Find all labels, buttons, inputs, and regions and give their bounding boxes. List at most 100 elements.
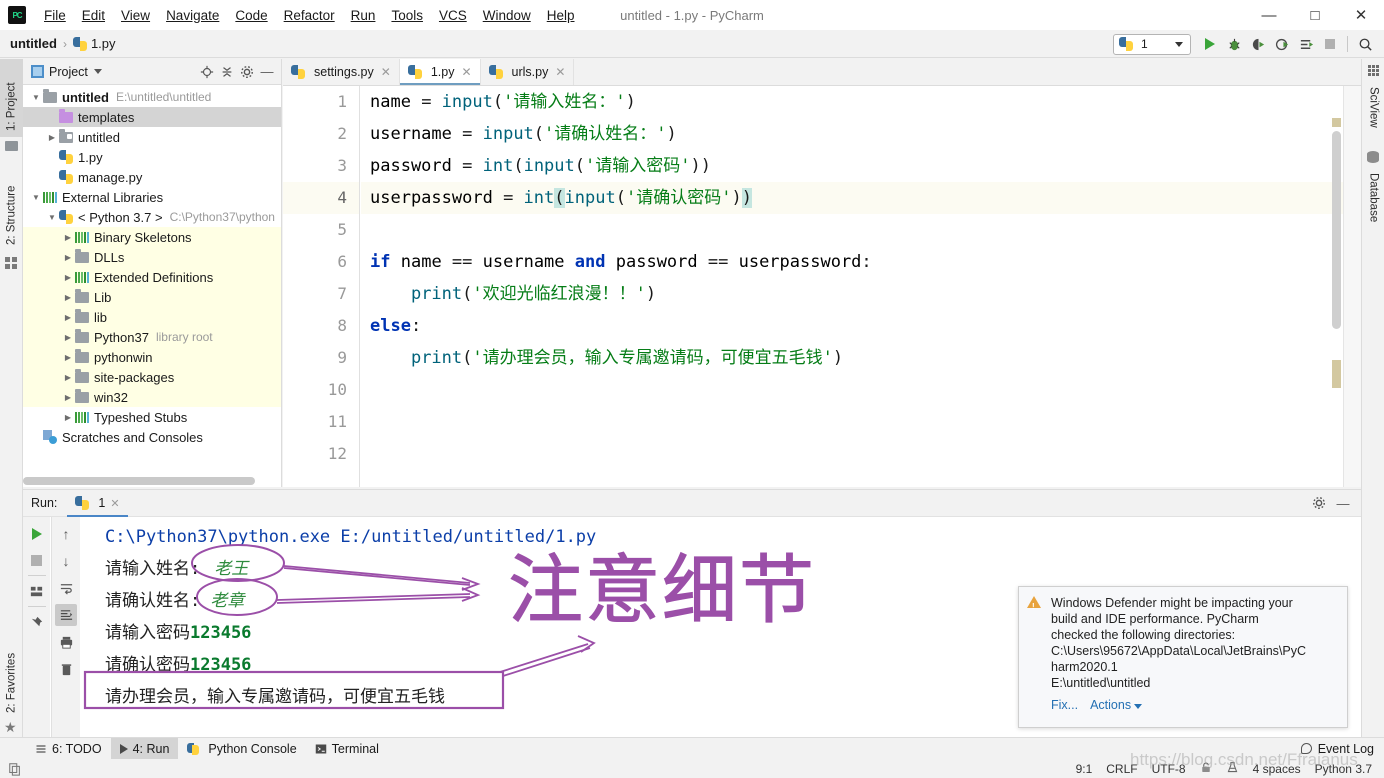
chevron-right-icon[interactable]: ▶ bbox=[61, 413, 75, 422]
locate-icon[interactable] bbox=[197, 62, 217, 82]
chevron-down-icon[interactable]: ▼ bbox=[29, 93, 43, 102]
menu-edit[interactable]: Edit bbox=[74, 5, 113, 26]
down-arrow-icon[interactable]: ↓ bbox=[55, 550, 77, 572]
bottom-tab-run[interactable]: 4: Run bbox=[110, 737, 179, 760]
tree-row[interactable]: manage.py bbox=[23, 167, 281, 187]
chevron-right-icon[interactable]: ▶ bbox=[61, 273, 75, 282]
tree-row[interactable]: ▶ pythonwin bbox=[23, 347, 281, 367]
indent-setting[interactable]: 4 spaces bbox=[1253, 762, 1301, 776]
python-interpreter[interactable]: Python 3.7 bbox=[1315, 762, 1372, 776]
maximize-button[interactable]: □ bbox=[1292, 0, 1338, 30]
tree-row[interactable]: ▼ < Python 3.7 > C:\Python37\python bbox=[23, 207, 281, 227]
menu-help[interactable]: Help bbox=[539, 5, 583, 26]
code-line[interactable]: name = input('请输入姓名：') bbox=[361, 86, 1361, 118]
up-arrow-icon[interactable]: ↑ bbox=[55, 523, 77, 545]
menu-refactor[interactable]: Refactor bbox=[276, 5, 343, 26]
search-everywhere-icon[interactable] bbox=[1354, 33, 1376, 55]
close-icon[interactable]: ✕ bbox=[461, 65, 471, 79]
menu-navigate[interactable]: Navigate bbox=[158, 5, 227, 26]
code-line[interactable]: username = input('请确认姓名：') bbox=[361, 118, 1361, 150]
collapse-all-icon[interactable] bbox=[217, 62, 237, 82]
tree-row[interactable]: ▼ External Libraries bbox=[23, 187, 281, 207]
tree-row[interactable]: ▶ Python37 library root bbox=[23, 327, 281, 347]
stop-button[interactable] bbox=[1319, 33, 1341, 55]
code-line[interactable]: userpassword = int(input('请确认密码')) bbox=[361, 182, 1361, 214]
tree-row[interactable]: ▼ untitled E:\untitled\untitled bbox=[23, 87, 281, 107]
trash-icon[interactable] bbox=[55, 658, 77, 680]
tab-1-py[interactable]: 1.py ✕ bbox=[399, 59, 481, 85]
code-line[interactable]: if name == username and password == user… bbox=[361, 246, 1361, 278]
sidebar-item-sciview[interactable]: SciView bbox=[1362, 81, 1384, 143]
tree-row[interactable]: ▶ Lib bbox=[23, 287, 281, 307]
tree-row[interactable]: templates bbox=[23, 107, 281, 127]
debug-button[interactable] bbox=[1223, 33, 1245, 55]
chevron-right-icon[interactable]: ▶ bbox=[61, 253, 75, 262]
tab-settings-py[interactable]: settings.py ✕ bbox=[283, 59, 400, 85]
sidebar-item-favorites[interactable]: 2: Favorites bbox=[0, 629, 23, 719]
file-encoding[interactable]: UTF-8 bbox=[1152, 762, 1186, 776]
inspections-icon[interactable] bbox=[1226, 761, 1239, 777]
lock-icon[interactable] bbox=[1200, 761, 1212, 777]
close-button[interactable]: ✕ bbox=[1338, 0, 1384, 30]
code-line[interactable]: else: bbox=[361, 310, 1361, 342]
chevron-right-icon[interactable]: ▶ bbox=[61, 333, 75, 342]
layout-icon[interactable] bbox=[26, 580, 48, 602]
bottom-tab-todo[interactable]: 6: TODO bbox=[26, 738, 111, 760]
project-tree[interactable]: ▼ untitled E:\untitled\untitled templates ▶ u… bbox=[23, 85, 281, 485]
hide-panel-icon[interactable]: — bbox=[257, 62, 277, 82]
event-log-button[interactable]: Event Log bbox=[1300, 742, 1384, 756]
code-line[interactable] bbox=[361, 214, 1361, 246]
sidebar-item-project[interactable]: 1: Project bbox=[0, 59, 23, 137]
tree-row[interactable]: Scratches and Consoles bbox=[23, 427, 281, 447]
tree-row[interactable]: ▶ Typeshed Stubs bbox=[23, 407, 281, 427]
code-line[interactable] bbox=[361, 374, 1361, 406]
editor-vertical-scrollbar[interactable] bbox=[1332, 131, 1341, 329]
breadcrumb-file[interactable]: 1.py bbox=[72, 36, 116, 51]
run-button[interactable] bbox=[1199, 33, 1221, 55]
run-with-params-button[interactable] bbox=[1295, 33, 1317, 55]
pin-icon[interactable] bbox=[26, 611, 48, 633]
rerun-icon[interactable] bbox=[26, 523, 48, 545]
stop-icon[interactable] bbox=[26, 549, 48, 571]
line-separator[interactable]: CRLF bbox=[1106, 762, 1137, 776]
minimize-button[interactable]: — bbox=[1246, 0, 1292, 30]
chevron-right-icon[interactable]: ▶ bbox=[61, 393, 75, 402]
tree-row[interactable]: ▶ lib bbox=[23, 307, 281, 327]
chevron-right-icon[interactable]: ▶ bbox=[61, 313, 75, 322]
menu-file[interactable]: File bbox=[36, 5, 74, 26]
tree-row[interactable]: 1.py bbox=[23, 147, 281, 167]
chevron-right-icon[interactable]: ▶ bbox=[61, 233, 75, 242]
run-tab-1[interactable]: 1 ✕ bbox=[67, 490, 128, 517]
fix-link[interactable]: Fix... bbox=[1051, 697, 1078, 713]
chevron-right-icon[interactable]: ▶ bbox=[45, 133, 59, 142]
close-icon[interactable]: ✕ bbox=[381, 65, 391, 79]
chevron-down-icon[interactable]: ▼ bbox=[29, 193, 43, 202]
code-area[interactable]: name = input('请输入姓名：') username = input('… bbox=[361, 86, 1361, 487]
run-configuration-selector[interactable]: 1 bbox=[1113, 33, 1191, 55]
breadcrumb-project[interactable]: untitled bbox=[10, 36, 57, 51]
menu-window[interactable]: Window bbox=[475, 5, 539, 26]
gear-icon[interactable] bbox=[1309, 493, 1329, 513]
profile-button[interactable] bbox=[1271, 33, 1293, 55]
code-line[interactable]: print('欢迎光临红浪漫！！') bbox=[361, 278, 1361, 310]
menu-vcs[interactable]: VCS bbox=[431, 5, 475, 26]
tree-row[interactable]: ▶ site-packages bbox=[23, 367, 281, 387]
code-line[interactable]: password = int(input('请输入密码')) bbox=[361, 150, 1361, 182]
scroll-to-end-icon[interactable] bbox=[55, 604, 77, 626]
code-line[interactable] bbox=[361, 438, 1361, 470]
tree-row[interactable]: ▶ untitled bbox=[23, 127, 281, 147]
sidebar-item-structure[interactable]: 2: Structure bbox=[0, 159, 23, 251]
bottom-tab-python-console[interactable]: Python Console bbox=[178, 738, 305, 760]
caret-position[interactable]: 9:1 bbox=[1076, 762, 1093, 776]
sidebar-item-database[interactable]: Database bbox=[1362, 167, 1384, 241]
hide-panel-icon[interactable]: — bbox=[1333, 493, 1353, 513]
soft-wrap-icon[interactable] bbox=[55, 577, 77, 599]
menu-run[interactable]: Run bbox=[343, 5, 384, 26]
bottom-tab-terminal[interactable]: Terminal bbox=[306, 738, 388, 760]
editor-warning-marker[interactable] bbox=[1332, 118, 1341, 127]
code-line[interactable] bbox=[361, 406, 1361, 438]
tree-row[interactable]: ▶ Extended Definitions bbox=[23, 267, 281, 287]
print-icon[interactable] bbox=[55, 631, 77, 653]
run-with-coverage-button[interactable] bbox=[1247, 33, 1269, 55]
menu-code[interactable]: Code bbox=[227, 5, 275, 26]
